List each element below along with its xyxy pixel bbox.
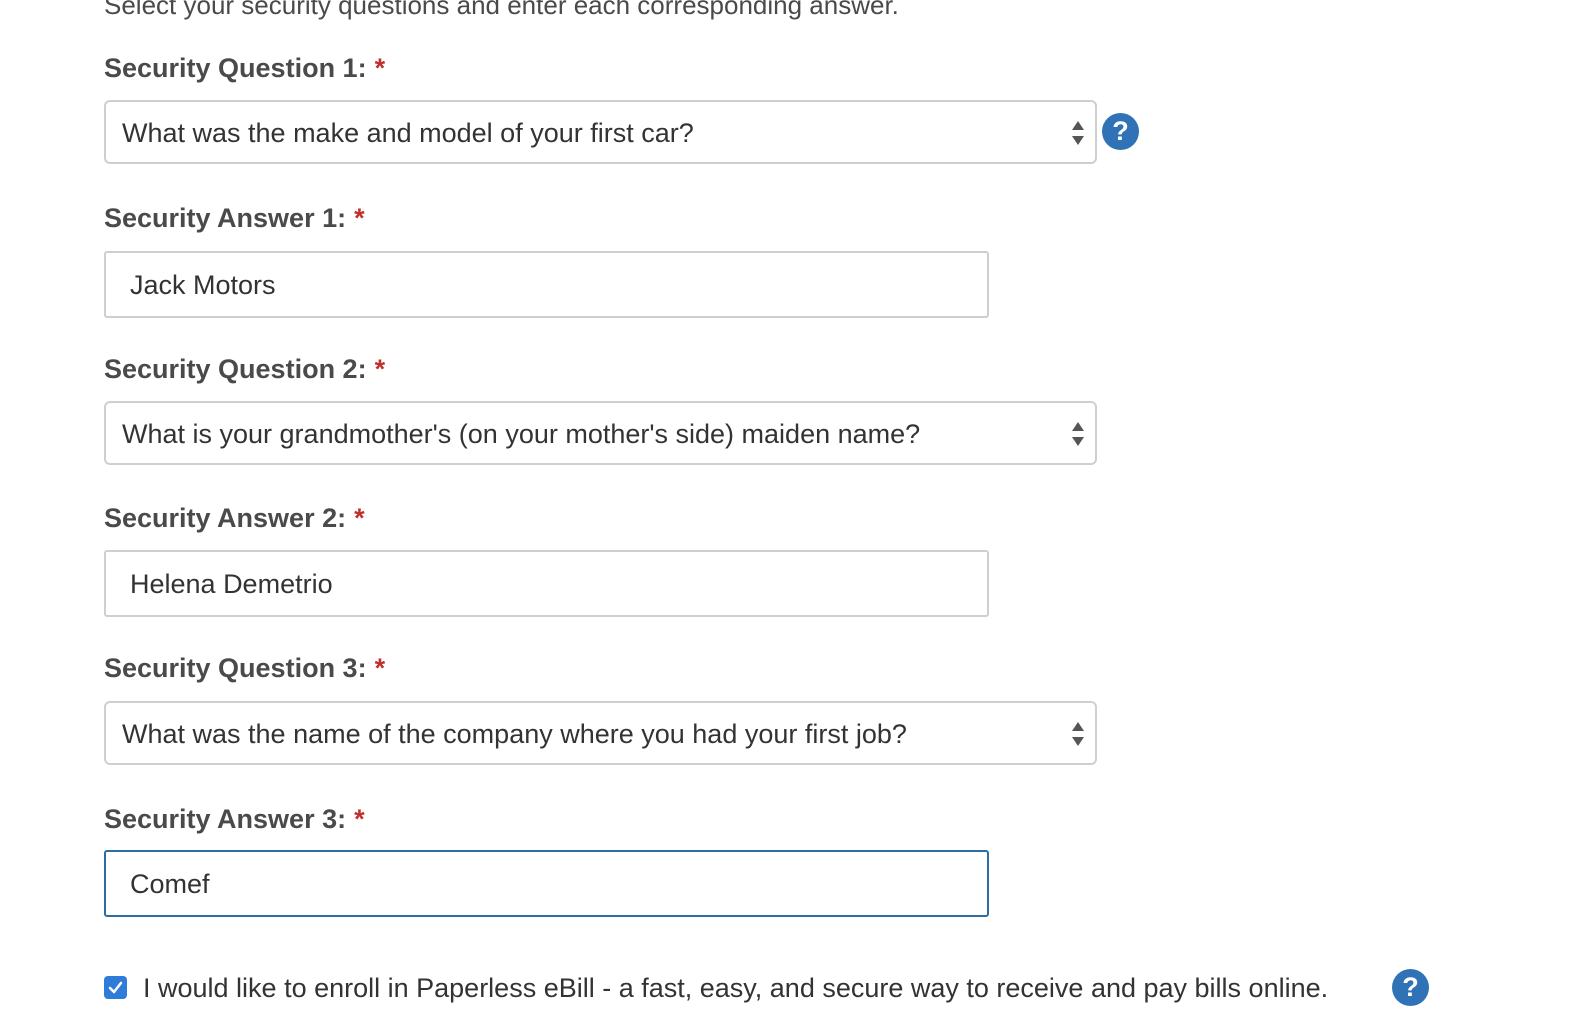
selected-question-3: What was the name of the company where y… <box>122 719 907 749</box>
label-text: Security Question 1: <box>104 53 367 83</box>
answer-2-value: Helena Demetrio <box>130 569 333 599</box>
up-down-arrows-icon <box>1072 422 1084 446</box>
security-questions-form: Select your security questions and enter… <box>0 0 1576 1036</box>
instructions-text: Select your security questions and enter… <box>104 0 899 20</box>
security-answer-3-label: Security Answer 3: * <box>104 802 365 836</box>
label-text: Security Answer 1: <box>104 203 347 233</box>
up-down-arrows-icon <box>1072 722 1084 746</box>
paperless-ebill-label[interactable]: I would like to enroll in Paperless eBil… <box>143 970 1328 1006</box>
answer-1-value: Jack Motors <box>130 270 276 300</box>
label-text: Security Question 2: <box>104 354 367 384</box>
required-asterisk: * <box>354 203 365 233</box>
required-asterisk: * <box>374 354 386 384</box>
up-down-arrows-icon <box>1072 121 1084 145</box>
security-question-1-select[interactable]: What was the make and model of your firs… <box>104 100 1097 164</box>
security-answer-3-input[interactable]: Comef <box>104 850 989 917</box>
required-asterisk: * <box>374 53 386 83</box>
label-text: Security Answer 2: <box>104 503 347 533</box>
required-asterisk: * <box>374 653 386 683</box>
question-help-icon[interactable]: ? <box>1102 113 1139 150</box>
selected-question-1: What was the make and model of your firs… <box>122 118 694 148</box>
required-asterisk: * <box>354 804 365 834</box>
paperless-ebill-checkbox[interactable] <box>104 976 127 999</box>
paperless-help-icon[interactable]: ? <box>1392 969 1429 1006</box>
security-question-1-label: Security Question 1: * <box>104 51 385 85</box>
security-answer-1-label: Security Answer 1: * <box>104 201 365 235</box>
label-text: Security Question 3: <box>104 653 367 683</box>
security-answer-2-label: Security Answer 2: * <box>104 501 365 535</box>
security-question-2-select[interactable]: What is your grandmother's (on your moth… <box>104 401 1097 465</box>
answer-3-value: Comef <box>130 869 210 899</box>
security-question-3-select[interactable]: What was the name of the company where y… <box>104 701 1097 765</box>
required-asterisk: * <box>354 503 365 533</box>
security-question-3-label: Security Question 3: * <box>104 651 385 685</box>
security-answer-2-input[interactable]: Helena Demetrio <box>104 550 989 617</box>
selected-question-2: What is your grandmother's (on your moth… <box>122 419 921 449</box>
label-text: Security Answer 3: <box>104 804 347 834</box>
security-answer-1-input[interactable]: Jack Motors <box>104 251 989 318</box>
security-question-2-label: Security Question 2: * <box>104 352 385 386</box>
checkmark-icon <box>108 981 123 994</box>
